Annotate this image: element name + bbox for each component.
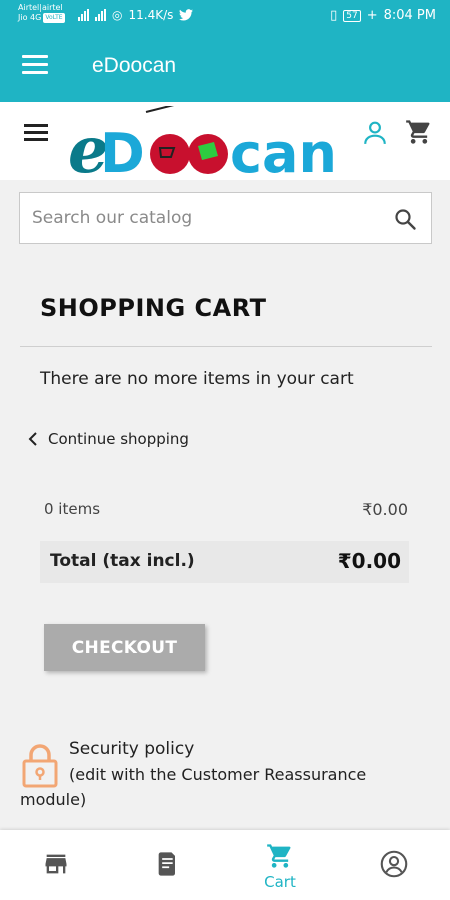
cart-icon[interactable] bbox=[404, 118, 434, 146]
security-policy-title: Security policy bbox=[69, 739, 195, 759]
volte-badge: VoLTE bbox=[43, 13, 65, 23]
empty-cart-message: There are no more items in your cart bbox=[40, 369, 354, 389]
charging-icon: + bbox=[366, 8, 378, 23]
edoocan-logo[interactable]: e D can bbox=[68, 106, 348, 180]
logo-d: D bbox=[100, 122, 145, 180]
site-menu-icon[interactable] bbox=[24, 124, 48, 144]
lock-icon bbox=[22, 744, 58, 788]
carrier-primary: Airtel|airtel bbox=[18, 3, 63, 12]
user-icon[interactable] bbox=[362, 120, 388, 146]
twitter-icon bbox=[179, 9, 194, 21]
divider bbox=[20, 346, 432, 347]
nav-account[interactable] bbox=[338, 830, 450, 900]
continue-shopping-link[interactable]: Continue shopping bbox=[28, 430, 189, 448]
security-policy-text-cont: module) bbox=[20, 790, 87, 809]
total-row: Total (tax incl.) ₹0.00 bbox=[40, 541, 409, 583]
nav-cart-label: Cart bbox=[264, 873, 296, 891]
account-icon bbox=[380, 850, 408, 878]
logo-rest: can bbox=[230, 122, 337, 180]
hotspot-icon: ◎ bbox=[112, 8, 123, 22]
status-right: ▯ 57 + 8:04 PM bbox=[330, 8, 436, 23]
signal-icon bbox=[78, 9, 89, 21]
bottom-nav: Cart bbox=[0, 830, 450, 900]
cart-icon bbox=[267, 844, 291, 868]
search-box bbox=[19, 192, 432, 244]
nav-orders[interactable] bbox=[112, 830, 224, 900]
store-icon bbox=[45, 854, 67, 874]
app-bar: eDoocan bbox=[0, 32, 450, 102]
security-policy-text: (edit with the Customer Reassurance bbox=[69, 765, 367, 784]
clock: 8:04 PM bbox=[383, 8, 436, 23]
network-speed: 11.4K/s bbox=[128, 8, 174, 22]
battery-icon: 57 bbox=[343, 9, 361, 22]
total-amount: ₹0.00 bbox=[337, 549, 401, 573]
total-label: Total (tax incl.) bbox=[50, 551, 195, 571]
continue-shopping-label: Continue shopping bbox=[48, 430, 189, 448]
status-bar: Airtel|airtel Jio 4G VoLTE ◎ 11.4K/s ▯ 57… bbox=[0, 0, 450, 32]
page-title: SHOPPING CART bbox=[40, 294, 267, 322]
items-count: 0 items bbox=[44, 500, 101, 518]
hamburger-menu-icon[interactable] bbox=[22, 55, 48, 77]
carrier-info: Airtel|airtel Jio 4G VoLTE bbox=[18, 3, 65, 23]
nav-store[interactable] bbox=[0, 830, 112, 900]
vibrate-icon: ▯ bbox=[330, 8, 338, 23]
search-icon[interactable] bbox=[393, 207, 417, 231]
search-input[interactable] bbox=[32, 193, 372, 242]
app-title: eDoocan bbox=[92, 54, 177, 77]
receipt-icon bbox=[158, 852, 175, 876]
items-subtotal: ₹0.00 bbox=[362, 500, 408, 519]
site-header: e D can bbox=[0, 102, 450, 180]
carrier-secondary: Jio 4G bbox=[18, 13, 42, 22]
chevron-left-icon bbox=[28, 432, 37, 446]
status-indicators: ◎ 11.4K/s bbox=[78, 8, 194, 22]
checkout-button[interactable]: CHECKOUT bbox=[44, 624, 205, 671]
nav-cart[interactable]: Cart bbox=[224, 830, 336, 900]
signal-icon-2 bbox=[95, 9, 106, 21]
items-count-row: 0 items ₹0.00 bbox=[44, 500, 408, 519]
